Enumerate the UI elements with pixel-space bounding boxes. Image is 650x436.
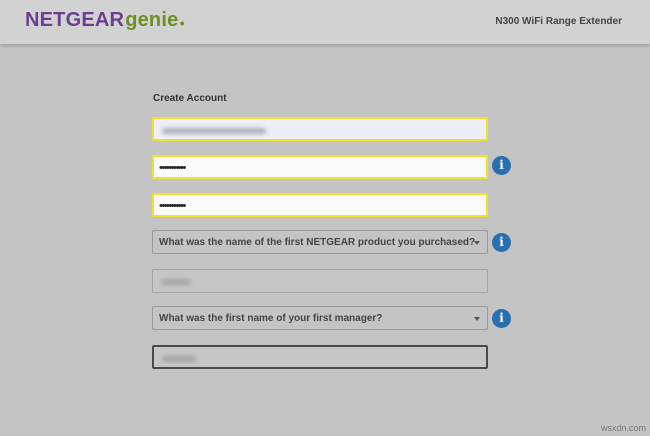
confirm-password-field[interactable]: ••••••••••• — [152, 193, 488, 217]
form-title: Create Account — [153, 93, 227, 104]
logo-genie-text: genie — [125, 9, 179, 31]
security-question-2-text: What was the first name of your first ma… — [159, 313, 383, 324]
security-question-1-select[interactable]: What was the name of the first NETGEAR p… — [152, 230, 488, 254]
info-icon[interactable]: i — [492, 233, 511, 252]
password-field[interactable]: ••••••••••• — [152, 155, 488, 179]
watermark: wsxdn.com — [600, 423, 646, 433]
chevron-down-icon — [474, 317, 480, 321]
confirm-password-mask: ••••••••••• — [159, 200, 186, 212]
info-icon[interactable]: i — [492, 156, 511, 175]
logo-dot: ● — [179, 18, 186, 28]
email-field[interactable] — [152, 117, 488, 141]
netgear-genie-logo: NETGEAR genie ● — [25, 9, 185, 32]
logo-brand-text: NETGEAR — [25, 9, 125, 31]
chevron-down-icon — [474, 241, 480, 245]
password-mask: ••••••••••• — [159, 162, 186, 174]
top-header: NETGEAR genie ● N300 WiFi Range Extender — [0, 0, 650, 44]
blurred-email-value — [162, 128, 266, 134]
security-question-2-select[interactable]: What was the first name of your first ma… — [152, 306, 488, 330]
security-answer-2-field[interactable] — [152, 345, 488, 369]
security-question-1-text: What was the name of the first NETGEAR p… — [159, 237, 476, 248]
product-name: N300 WiFi Range Extender — [495, 16, 622, 27]
blurred-answer-2-value — [162, 356, 196, 362]
blurred-answer-1-value — [161, 279, 191, 285]
security-answer-1-field[interactable] — [152, 269, 488, 293]
info-icon[interactable]: i — [492, 309, 511, 328]
